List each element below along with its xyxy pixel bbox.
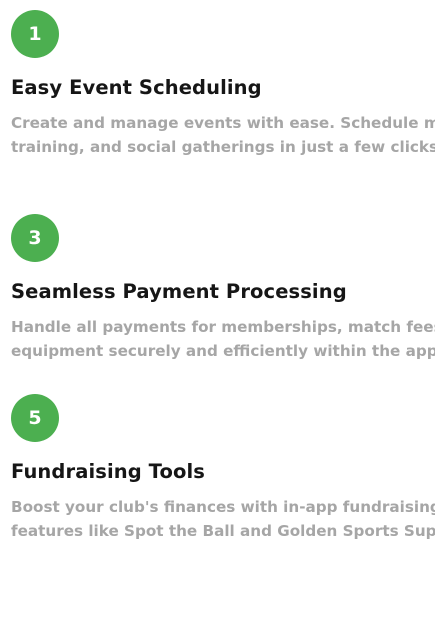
feature-description-line: Boost your club's finances with in-app f… xyxy=(11,498,435,516)
feature-title: Easy Event Scheduling xyxy=(11,76,262,99)
feature-title: Fundraising Tools xyxy=(11,460,205,483)
feature-description-line: equipment securely and efficiently withi… xyxy=(11,342,435,360)
feature-item-fundraising-tools: 5 Fundraising Tools Boost your club's fi… xyxy=(11,394,435,540)
feature-item-event-scheduling: 1 Easy Event Scheduling Create and manag… xyxy=(11,10,435,156)
feature-description: Create and manage events with ease. Sche… xyxy=(11,111,435,159)
feature-description-line: features like Spot the Ball and Golden S… xyxy=(11,522,435,540)
feature-title: Seamless Payment Processing xyxy=(11,280,347,303)
step-number-badge: 1 xyxy=(11,10,59,58)
feature-description: Handle all payments for memberships, mat… xyxy=(11,315,435,363)
step-number-badge: 3 xyxy=(11,214,59,262)
feature-description-line: Create and manage events with ease. Sche… xyxy=(11,114,435,132)
step-number-badge: 5 xyxy=(11,394,59,442)
feature-item-payment-processing: 3 Seamless Payment Processing Handle all… xyxy=(11,214,435,360)
features-list: 1 Easy Event Scheduling Create and manag… xyxy=(0,0,435,639)
feature-description-line: training, and social gatherings in just … xyxy=(11,138,435,156)
feature-description-line: Handle all payments for memberships, mat… xyxy=(11,318,435,336)
feature-description: Boost your club's finances with in-app f… xyxy=(11,495,435,543)
